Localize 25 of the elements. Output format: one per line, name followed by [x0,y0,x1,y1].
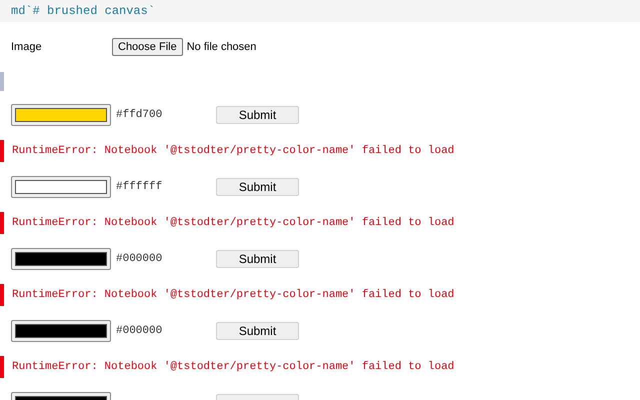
hex-value: #000000 [116,252,162,267]
submit-button[interactable]: Submit [216,322,299,340]
color-picker[interactable] [11,176,111,198]
file-status: No file chosen [186,40,256,55]
error-marker [0,356,4,378]
color-picker[interactable] [11,320,111,342]
code-text: md`# brushed canvas` [11,3,156,20]
color-picker[interactable] [11,104,111,126]
hex-value: #000000 [116,324,162,339]
submit-button[interactable]: Submit [216,106,299,124]
image-label: Image [11,40,43,55]
cell-marker [0,72,4,91]
error-message: RuntimeError: Notebook '@tstodter/pretty-color-name' failed to load [11,288,454,303]
color-picker[interactable] [11,248,111,270]
error-message: RuntimeError: Notebook '@tstodter/pretty-color-name' failed to load [11,144,454,159]
error-message: RuntimeError: Notebook '@tstodter/pretty-color-name' failed to load [11,216,454,231]
error-marker [0,212,4,234]
submit-button[interactable]: Submit [216,178,299,196]
hex-value: #ffffff [116,180,162,195]
error-marker [0,284,4,306]
submit-button[interactable]: Submit [216,250,299,268]
error-marker [0,140,4,162]
error-message: RuntimeError: Notebook '@tstodter/pretty-color-name' failed to load [11,360,454,375]
choose-file-button[interactable]: Choose File [112,38,183,56]
hex-value: #ffd700 [116,108,162,123]
